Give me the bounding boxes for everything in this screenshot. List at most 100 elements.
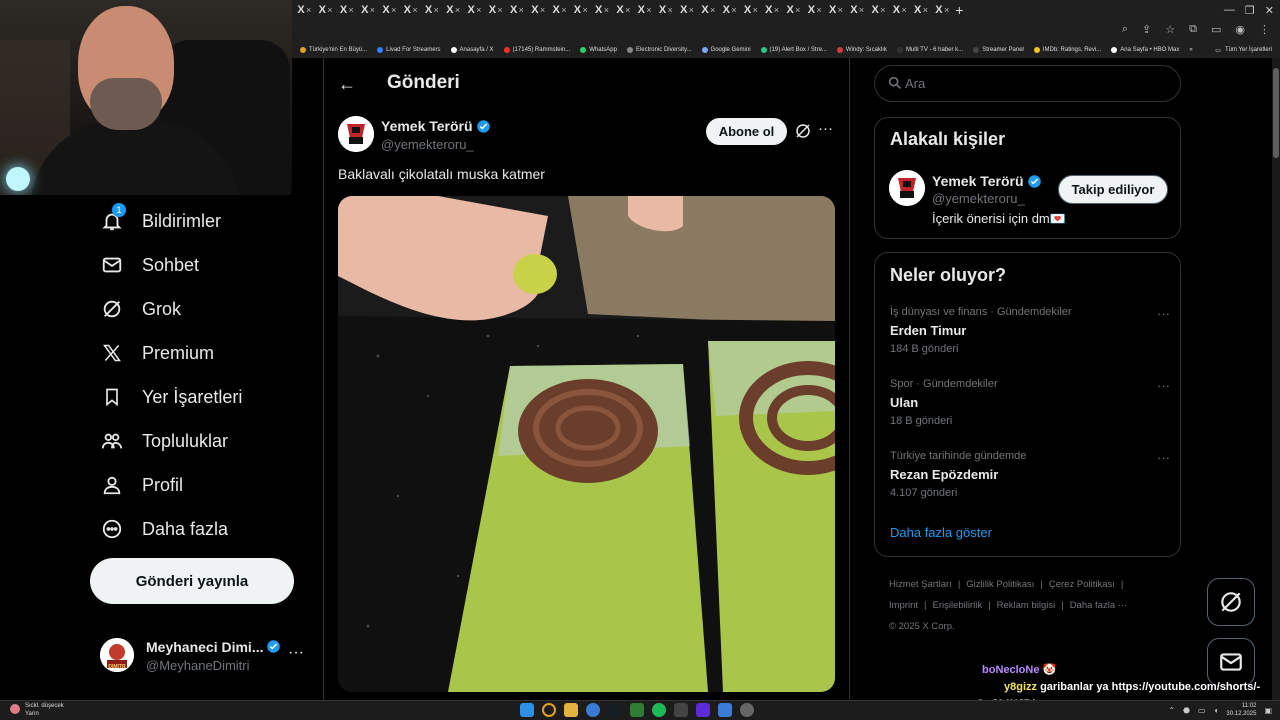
all-bookmarks-button[interactable]: ▭ Tüm Yer İşaretleri (1209, 42, 1272, 58)
bookmark-item[interactable]: Livad For Streamers (377, 47, 441, 53)
scrollbar-thumb[interactable] (1273, 68, 1279, 158)
profile-icon[interactable]: ◉ (1235, 23, 1245, 36)
tab-close-icon[interactable]: × (391, 5, 396, 15)
show-more-link[interactable]: Daha fazla göster (890, 525, 992, 540)
tab-close-icon[interactable]: × (327, 5, 332, 15)
bookmark-item[interactable]: Türkiye'nin En Büyü... (300, 47, 367, 53)
subscribe-button[interactable]: Abone ol (706, 118, 787, 145)
post-more-icon[interactable]: ··· (818, 120, 833, 137)
trend-more-icon[interactable]: ··· (1157, 306, 1170, 321)
app-icon[interactable] (718, 703, 732, 717)
grok-icon[interactable] (794, 122, 812, 140)
tab-close-icon[interactable]: × (795, 5, 800, 15)
bookmark-item[interactable]: (17145) Rammstein... (503, 47, 570, 53)
tab-close-icon[interactable]: × (582, 5, 587, 15)
app-icon[interactable] (674, 703, 688, 717)
bookmark-item[interactable]: Anasayfa / X (450, 47, 494, 53)
steam-icon[interactable] (608, 703, 622, 717)
footer-link[interactable]: Çerez Politikası (1049, 579, 1115, 590)
tab-close-icon[interactable]: × (497, 5, 502, 15)
tab-close-icon[interactable]: × (625, 5, 630, 15)
tab-close-icon[interactable]: × (561, 5, 566, 15)
search-input[interactable]: Ara (874, 65, 1181, 102)
author-avatar[interactable] (338, 116, 374, 152)
tab-close-icon[interactable]: × (646, 5, 651, 15)
tab-close-icon[interactable]: × (859, 5, 864, 15)
tab-close-icon[interactable]: × (604, 5, 609, 15)
bookmark-item[interactable]: WhatsApp (580, 47, 617, 53)
nav-notifications[interactable]: 1 Bildirimler (100, 201, 221, 241)
bookmark-item[interactable]: IMDb: Ratings, Revi... (1033, 47, 1101, 53)
account-switcher[interactable]: DIMITR Meyhaneci Dimi... @MeyhaneDimitri… (100, 636, 310, 676)
tab-close-icon[interactable]: × (540, 5, 545, 15)
tab-close-icon[interactable]: × (306, 5, 311, 15)
tab-close-icon[interactable]: × (710, 5, 715, 15)
menu-icon[interactable]: ⋮ (1259, 23, 1270, 36)
tab-close-icon[interactable]: × (944, 5, 949, 15)
file-explorer-icon[interactable] (564, 703, 578, 717)
trend-more-icon[interactable]: ··· (1157, 450, 1170, 465)
back-arrow-icon[interactable]: ← (338, 74, 356, 95)
minimize-button[interactable]: — (1224, 4, 1235, 16)
tab-close-icon[interactable]: × (349, 5, 354, 15)
share-icon[interactable]: ⇪ (1142, 23, 1151, 36)
related-avatar[interactable] (889, 170, 925, 206)
tab-close-icon[interactable]: × (774, 5, 779, 15)
nav-bookmarks[interactable]: Yer İşaretleri (100, 377, 242, 417)
notification-icon[interactable]: ▣ (1264, 706, 1272, 715)
tab-close-icon[interactable]: × (731, 5, 736, 15)
bookmark-item[interactable]: Electronic Diversity... (626, 47, 692, 53)
clock[interactable]: 11:02 30.12.2025 (1226, 702, 1256, 718)
tab-close-icon[interactable]: × (476, 5, 481, 15)
bookmark-item[interactable]: Streamer Panel (973, 47, 1024, 53)
account-more-icon[interactable]: ··· (288, 644, 304, 662)
nav-profile[interactable]: Profil (100, 465, 183, 505)
tray-chevron-icon[interactable]: ⌃ (1168, 706, 1175, 715)
footer-link[interactable]: Hizmet Şartları (889, 579, 952, 590)
bookmark-item[interactable]: Multi TV - 6 haber k... (896, 47, 963, 53)
tab-close-icon[interactable]: × (434, 5, 439, 15)
page-scrollbar[interactable] (1272, 58, 1280, 700)
nav-more[interactable]: Daha fazla (100, 509, 228, 549)
volume-icon[interactable]: ◖ (1214, 706, 1219, 715)
tab-close-icon[interactable]: × (689, 5, 694, 15)
author-handle[interactable]: @yemekteroru_ (381, 137, 474, 152)
post-media-image[interactable] (338, 196, 835, 692)
spotify-icon[interactable] (652, 703, 666, 717)
new-tab-button[interactable]: + (955, 2, 963, 18)
tab-close-icon[interactable]: × (668, 5, 673, 15)
tab-close-icon[interactable]: × (370, 5, 375, 15)
network-icon[interactable]: ▭ (1198, 706, 1206, 715)
cast-icon[interactable]: ▭ (1211, 23, 1221, 36)
edge-icon[interactable] (586, 703, 600, 717)
bookmark-item[interactable]: (19) Alert Box / Stre... (760, 47, 827, 53)
restore-button[interactable]: ❐ (1245, 4, 1255, 17)
trend-item[interactable]: Spor · Gündemdekiler Ulan 18 B gönderi ·… (890, 378, 1170, 432)
tab-close-icon[interactable]: × (412, 5, 417, 15)
tab-close-icon[interactable]: × (838, 5, 843, 15)
app-icon[interactable] (696, 703, 710, 717)
tab-close-icon[interactable]: × (880, 5, 885, 15)
nav-chat[interactable]: Sohbet (100, 245, 199, 285)
app-icon[interactable] (630, 703, 644, 717)
footer-link[interactable]: Reklam bilgisi (997, 600, 1056, 611)
windows-start-icon[interactable] (520, 703, 534, 717)
trend-item[interactable]: İş dünyası ve finans · Gündemdekiler Erd… (890, 306, 1170, 360)
trend-more-icon[interactable]: ··· (1157, 378, 1170, 393)
following-button[interactable]: Takip ediliyor (1058, 175, 1168, 204)
author-name[interactable]: Yemek Terörü (381, 118, 491, 134)
post-button[interactable]: Gönderi yayınla (90, 558, 294, 604)
footer-link[interactable]: Imprint (889, 600, 918, 611)
nav-communities[interactable]: Topluluklar (100, 421, 228, 461)
grok-fab-button[interactable] (1207, 578, 1255, 626)
bookmark-item[interactable]: Google Gemini (701, 47, 751, 53)
footer-link[interactable]: Gizlilik Politikası (966, 579, 1034, 590)
tab-close-icon[interactable]: × (923, 5, 928, 15)
close-window-button[interactable]: ✕ (1265, 4, 1274, 17)
footer-link[interactable]: Erişilebilirlik (933, 600, 983, 611)
bookmark-item[interactable]: Windy: Sıcaklık (836, 47, 887, 53)
trend-item[interactable]: Türkiye tarihinde gündemde Rezan Epözdem… (890, 450, 1170, 504)
nav-grok[interactable]: Grok (100, 289, 181, 329)
related-name[interactable]: Yemek Terörü (932, 173, 1042, 189)
obs-icon[interactable] (740, 703, 754, 717)
